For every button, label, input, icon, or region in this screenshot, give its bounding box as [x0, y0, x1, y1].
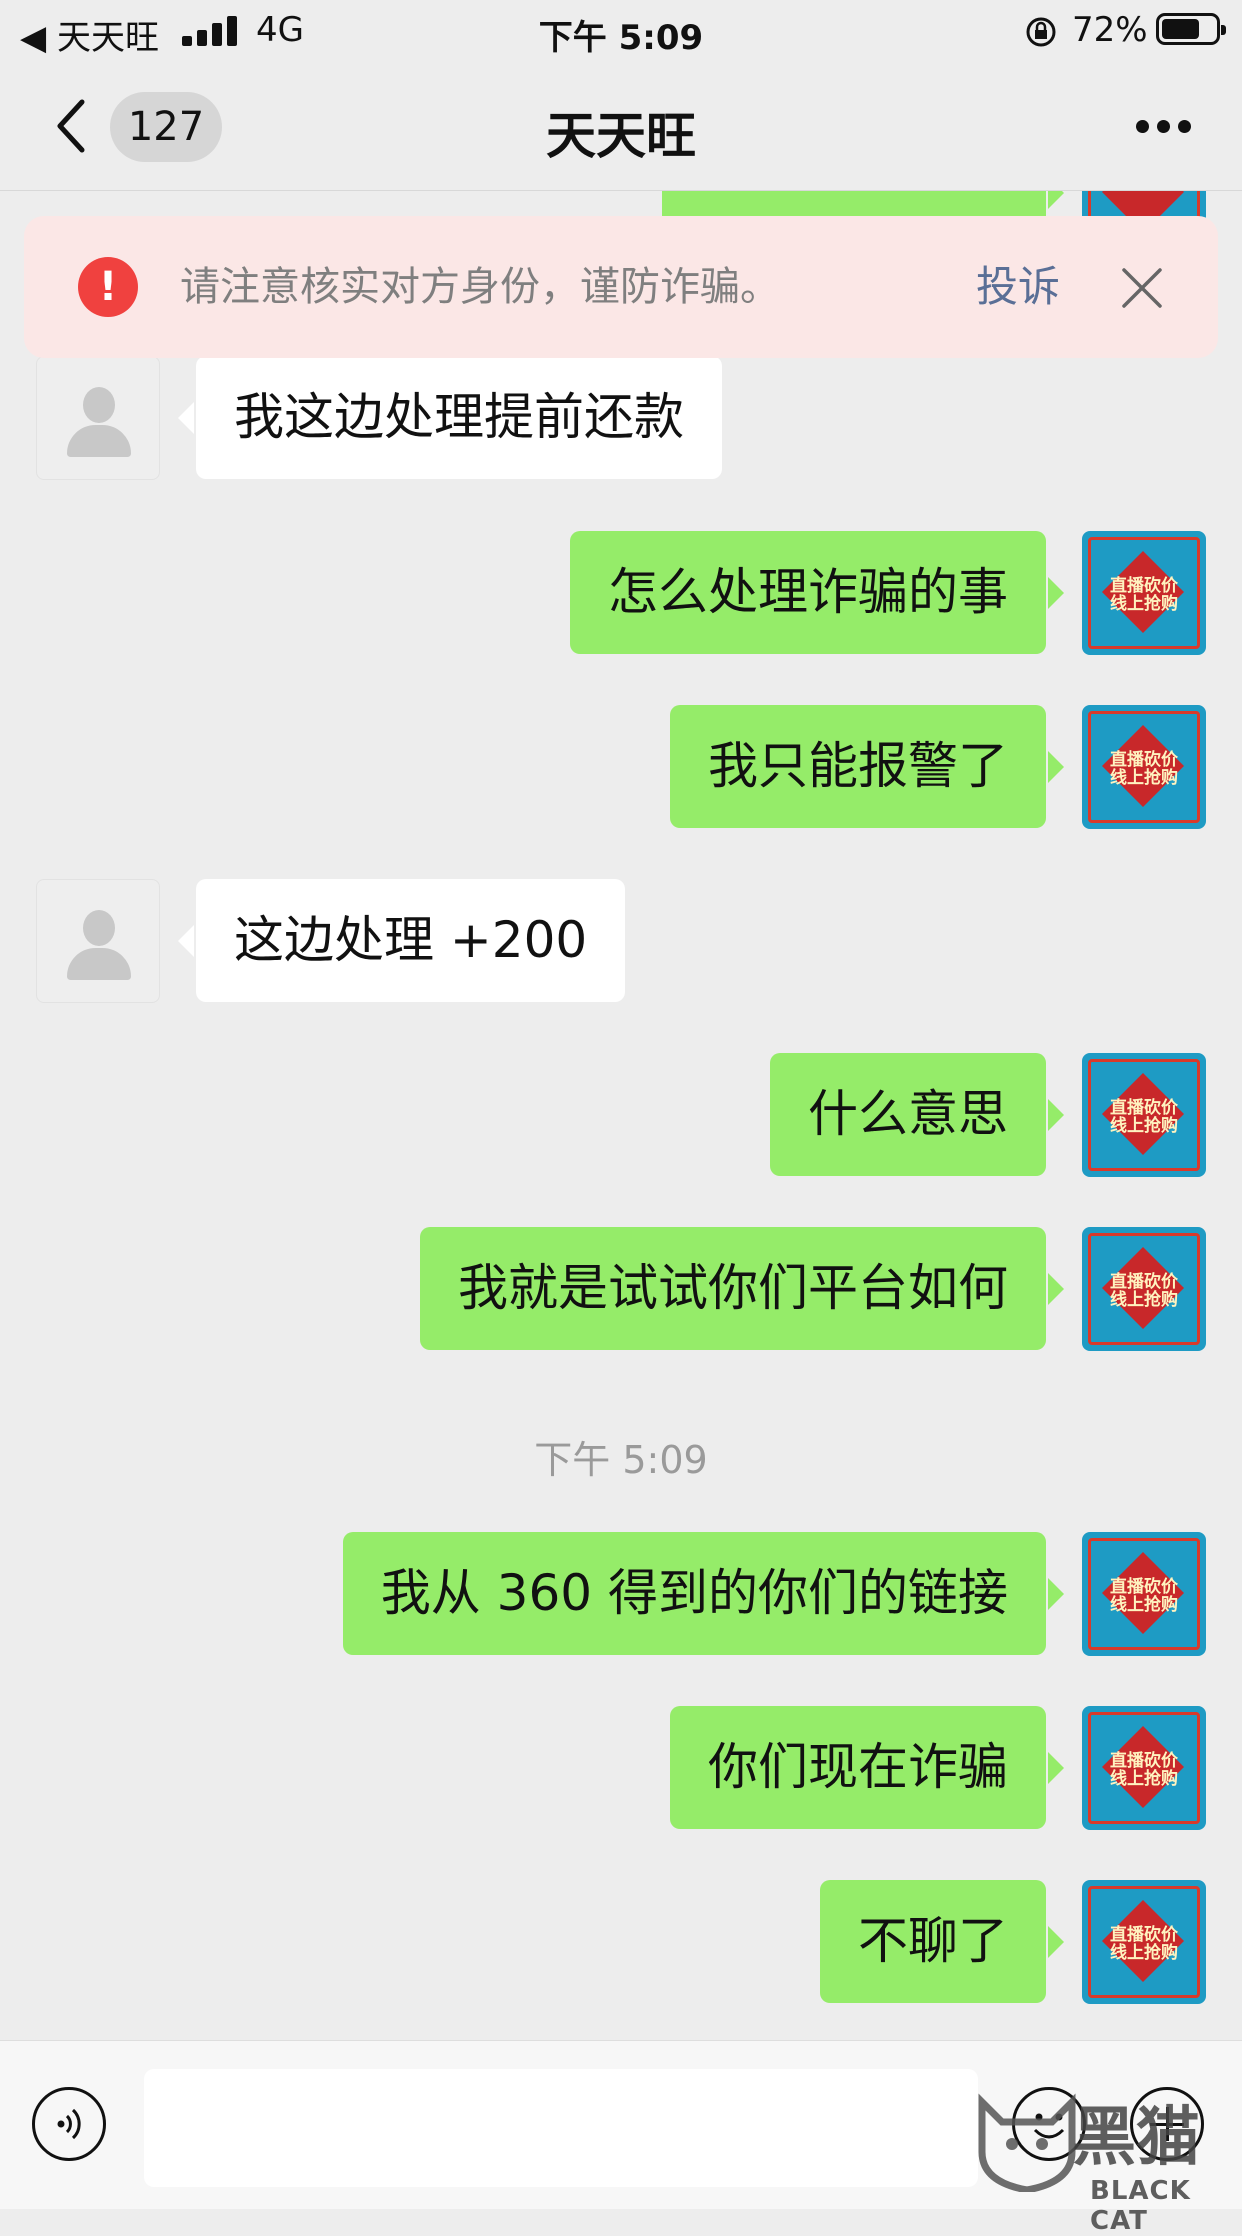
message-bubble-outgoing[interactable]: 不聊了: [820, 1880, 1064, 2003]
avatar-text: 直播砍价 线上抢购: [1110, 1098, 1178, 1136]
message-bubble-incoming[interactable]: 这边处理 +200: [177, 879, 626, 1002]
my-avatar[interactable]: 直播砍价 线上抢购: [1082, 1227, 1206, 1351]
my-avatar[interactable]: 直播砍价 线上抢购: [1082, 1880, 1206, 2004]
fraud-warning-banner: ! 请注意核实对方身份，谨防诈骗。 投诉: [24, 216, 1218, 358]
avatar-text: 直播砍价 线上抢购: [1110, 1272, 1178, 1310]
my-avatar[interactable]: 直播砍价 线上抢购: [1082, 705, 1206, 829]
cat-logo-icon: [978, 2093, 1076, 2192]
avatar-text: 直播砍价 线上抢购: [1110, 750, 1178, 788]
voice-icon[interactable]: [32, 2087, 106, 2161]
status-bar: ◀ 天天旺 4G 下午 5:09 72%: [0, 0, 1242, 62]
my-avatar[interactable]: 直播砍价 线上抢购: [1082, 1532, 1206, 1656]
warning-text: 请注意核实对方身份，谨防诈骗。: [180, 264, 780, 310]
avatar-text: 直播砍价 线上抢购: [1110, 1751, 1178, 1789]
contact-avatar[interactable]: [36, 356, 160, 480]
my-avatar[interactable]: 直播砍价 线上抢购: [1082, 1706, 1206, 1830]
close-icon[interactable]: [1120, 266, 1164, 310]
chat-area[interactable]: 我这边处理提前还款 怎么处理诈骗的事 直播砍价 线上抢购 我只能报警了 直播砍价…: [0, 191, 1242, 2040]
message-bubble-outgoing[interactable]: 我只能报警了: [670, 705, 1064, 828]
watermark-en: BLACK CAT: [1090, 2176, 1191, 2236]
battery-icon: [1156, 13, 1226, 45]
black-cat-watermark: 黑猫 BLACK CAT: [972, 2082, 1242, 2236]
time-separator: 下午 5:09: [534, 1438, 708, 1482]
message-bubble-outgoing[interactable]: 我就是试试你们平台如何: [420, 1227, 1064, 1350]
avatar-text: 直播砍价 线上抢购: [1110, 1925, 1178, 1963]
message-bubble-outgoing[interactable]: 你们现在诈骗: [670, 1706, 1064, 1829]
rotation-lock-icon: [1026, 17, 1056, 47]
message-bubble-incoming[interactable]: 我这边处理提前还款: [178, 356, 722, 479]
more-icon[interactable]: [1136, 120, 1192, 134]
my-avatar[interactable]: 直播砍价 线上抢购: [1082, 1053, 1206, 1177]
watermark-cn: 黑猫: [1072, 2101, 1200, 2175]
avatar-text: 直播砍价 线上抢购: [1110, 1577, 1178, 1615]
report-link[interactable]: 投诉: [976, 216, 1060, 358]
contact-avatar[interactable]: [36, 879, 160, 1003]
nav-bar: 127 天天旺: [0, 62, 1242, 191]
chat-title: 天天旺: [546, 107, 696, 165]
avatar-text: 直播砍价 线上抢购: [1110, 576, 1178, 614]
message-bubble-outgoing[interactable]: 我从 360 得到的你们的链接: [342, 1532, 1065, 1655]
message-bubble-outgoing[interactable]: 怎么处理诈骗的事: [570, 531, 1064, 654]
battery-percent: 72%: [1072, 10, 1148, 50]
warning-icon: !: [78, 257, 138, 317]
my-avatar[interactable]: 直播砍价 线上抢购: [1082, 531, 1206, 655]
message-input[interactable]: [144, 2069, 978, 2187]
message-bubble-outgoing[interactable]: 什么意思: [770, 1053, 1064, 1176]
